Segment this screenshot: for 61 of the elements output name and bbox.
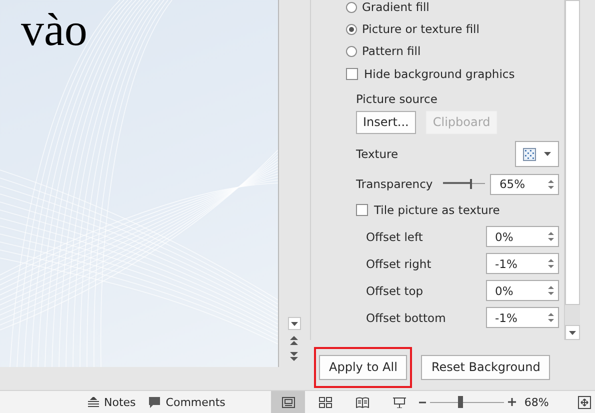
- radio-button[interactable]: [346, 24, 357, 34]
- zoom-thumb[interactable]: [458, 396, 463, 408]
- zoom-in-icon[interactable]: [508, 398, 516, 406]
- slide-title: vào: [21, 3, 88, 57]
- offset-label: Offset right: [366, 256, 432, 270]
- offset-label: Offset bottom: [366, 310, 446, 324]
- next-slide-button[interactable]: [288, 350, 300, 362]
- previous-slide-button[interactable]: [288, 334, 300, 346]
- spin-field[interactable]: -1%: [486, 307, 559, 328]
- spin-arrows-icon[interactable]: [548, 285, 554, 296]
- scroll-down-button[interactable]: [288, 317, 300, 330]
- checkbox[interactable]: [346, 68, 358, 80]
- section-label: Picture source: [356, 91, 438, 108]
- texture-label: Texture: [356, 147, 398, 161]
- caret-icon: [290, 322, 298, 326]
- radio-label[interactable]: Pattern fill: [362, 44, 421, 58]
- normal-view-icon: [282, 396, 295, 408]
- caret-icon: [544, 152, 551, 156]
- spin-field[interactable]: 65%: [490, 174, 559, 194]
- spin-value: 65%: [499, 177, 526, 191]
- spin-field[interactable]: 0%: [486, 280, 559, 301]
- spin-value: -1%: [495, 256, 518, 270]
- action-button[interactable]: Apply to All: [319, 354, 408, 380]
- spin-arrows-icon[interactable]: [548, 258, 554, 269]
- offset-label: Offset left: [366, 230, 423, 244]
- radio-label[interactable]: Picture or texture fill: [362, 22, 480, 36]
- zoom-slider[interactable]: [430, 396, 504, 408]
- fit-to-window-icon[interactable]: [578, 396, 591, 408]
- spin-arrows-icon[interactable]: [548, 231, 554, 242]
- projector-icon: [392, 396, 406, 408]
- spin-value: 0%: [495, 230, 514, 244]
- view-button[interactable]: [271, 391, 306, 413]
- radio-button[interactable]: [346, 46, 357, 56]
- offset-label: Offset top: [366, 284, 424, 298]
- radio-button[interactable]: [346, 2, 357, 12]
- source-button[interactable]: Insert...: [356, 110, 416, 134]
- scrollbar-thumb[interactable]: [565, 0, 580, 305]
- spin-field[interactable]: 0%: [486, 226, 559, 247]
- action-button[interactable]: Reset Background: [421, 354, 550, 380]
- transparency-label: Transparency: [356, 177, 433, 191]
- scroll-down-button[interactable]: [565, 325, 580, 340]
- comment-icon: [148, 396, 161, 408]
- notes-icon: [88, 397, 99, 407]
- checkbox-label[interactable]: Hide background graphics: [364, 67, 515, 81]
- spin-value: 0%: [495, 284, 514, 298]
- spin-field[interactable]: -1%: [486, 253, 559, 274]
- comments-button[interactable]: Comments: [142, 391, 232, 413]
- checkbox[interactable]: [356, 204, 368, 216]
- notes-button[interactable]: Notes: [82, 391, 142, 413]
- radio-label[interactable]: Gradient fill: [362, 0, 430, 14]
- texture-swatch-icon: [523, 148, 536, 160]
- grid-view-icon: [318, 396, 332, 408]
- transparency-slider[interactable]: [442, 179, 486, 189]
- checkbox-label[interactable]: Tile picture as texture: [374, 203, 500, 217]
- spin-value: -1%: [495, 310, 518, 324]
- zoom-percentage[interactable]: 68%: [524, 396, 549, 408]
- texture-dropdown[interactable]: [515, 141, 559, 167]
- spin-arrows-icon[interactable]: [548, 178, 554, 190]
- book-icon: [356, 396, 369, 408]
- spin-arrows-icon[interactable]: [548, 312, 554, 323]
- caret-icon: [569, 330, 576, 334]
